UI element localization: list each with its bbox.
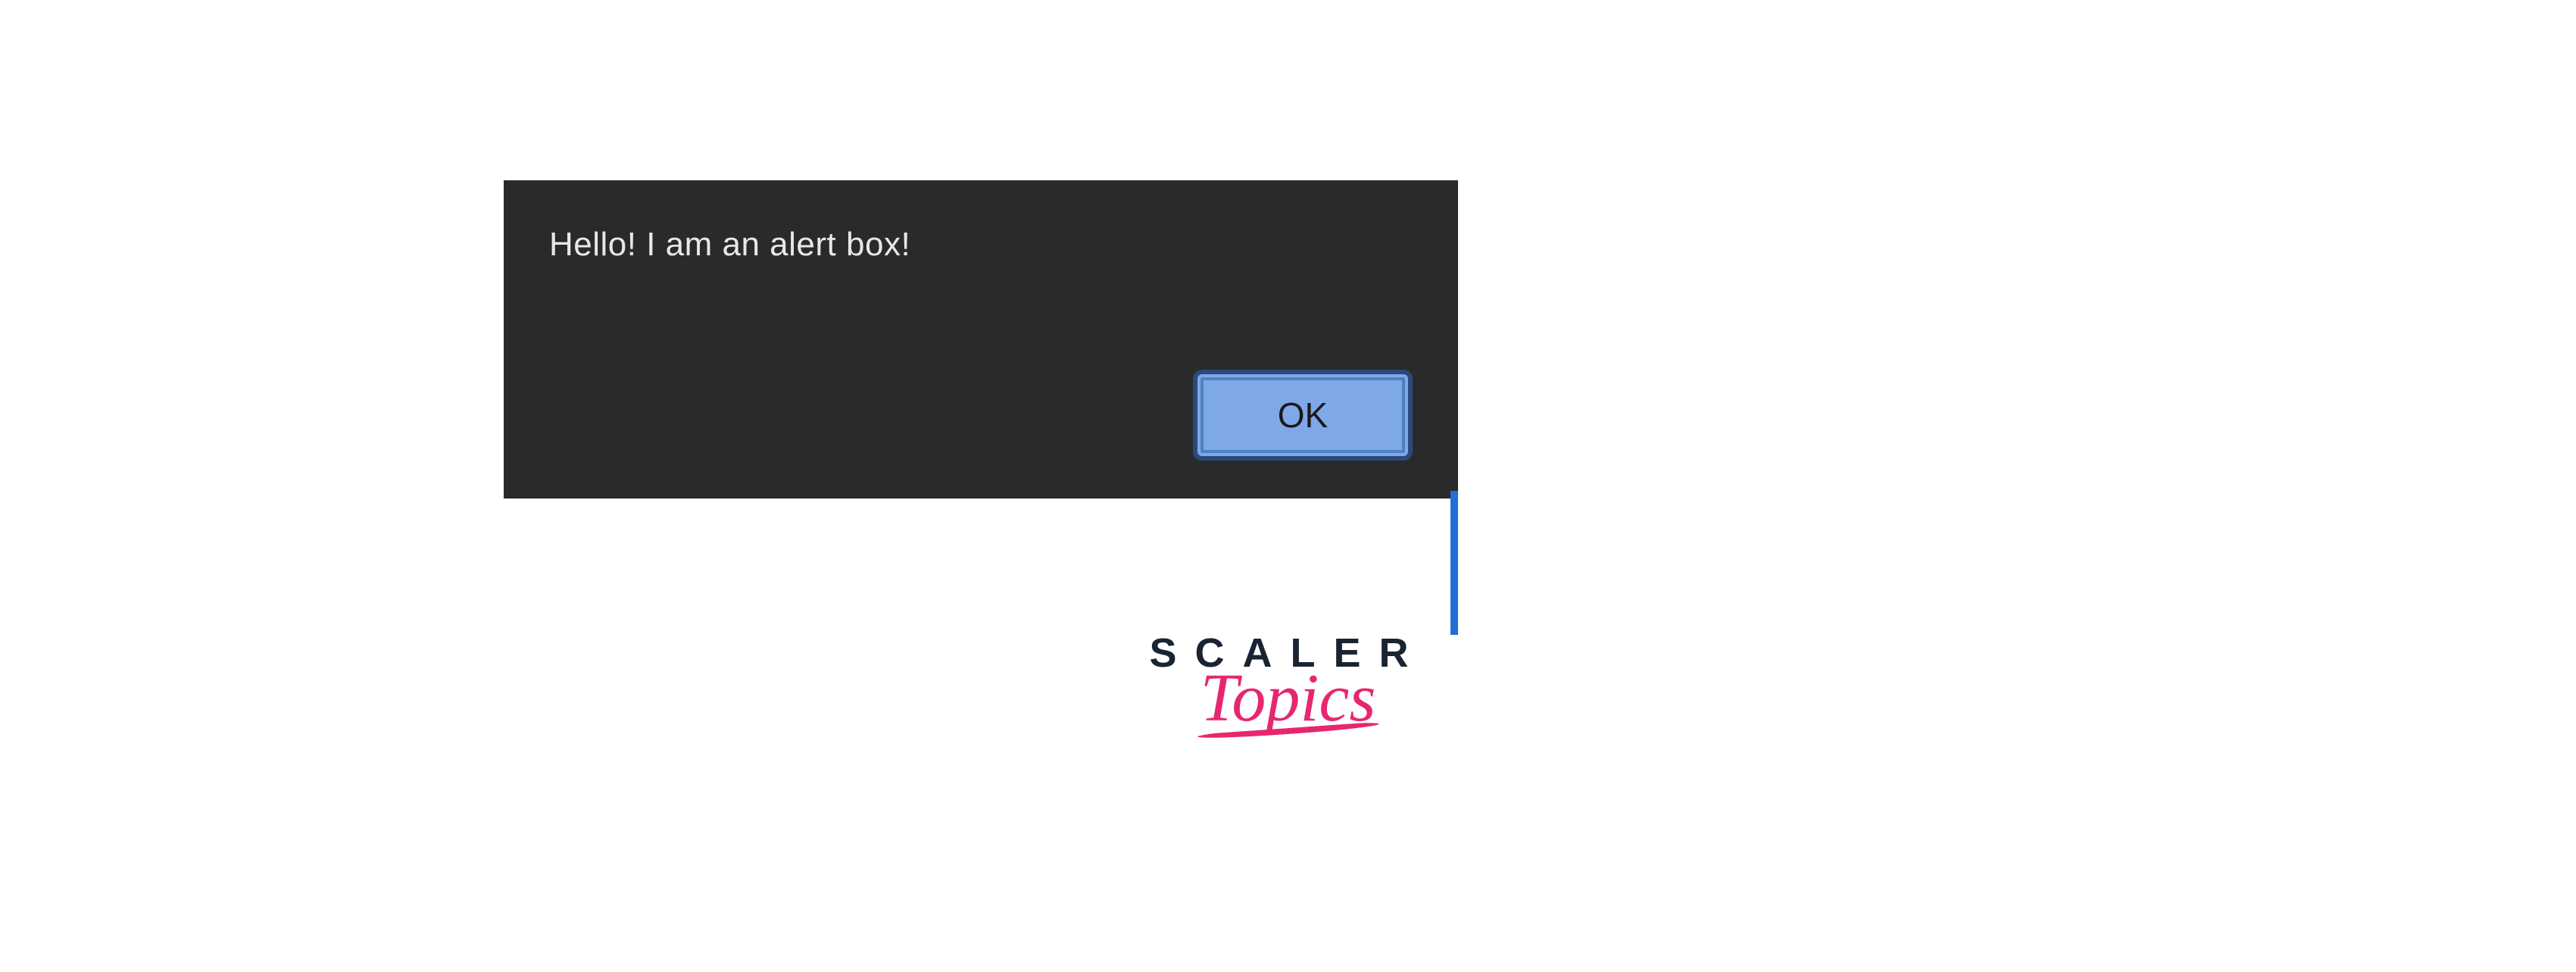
alert-footer: OK xyxy=(549,370,1413,461)
alert-dialog: Hello! I am an alert box! OK xyxy=(504,180,1458,499)
alert-message: Hello! I am an alert box! xyxy=(549,226,1413,264)
ok-button[interactable]: OK xyxy=(1193,370,1413,461)
logo-line2: Topics xyxy=(1201,664,1376,733)
brand-logo: SCALER Topics xyxy=(1137,633,1440,733)
scrollbar-edge xyxy=(1450,491,1458,635)
